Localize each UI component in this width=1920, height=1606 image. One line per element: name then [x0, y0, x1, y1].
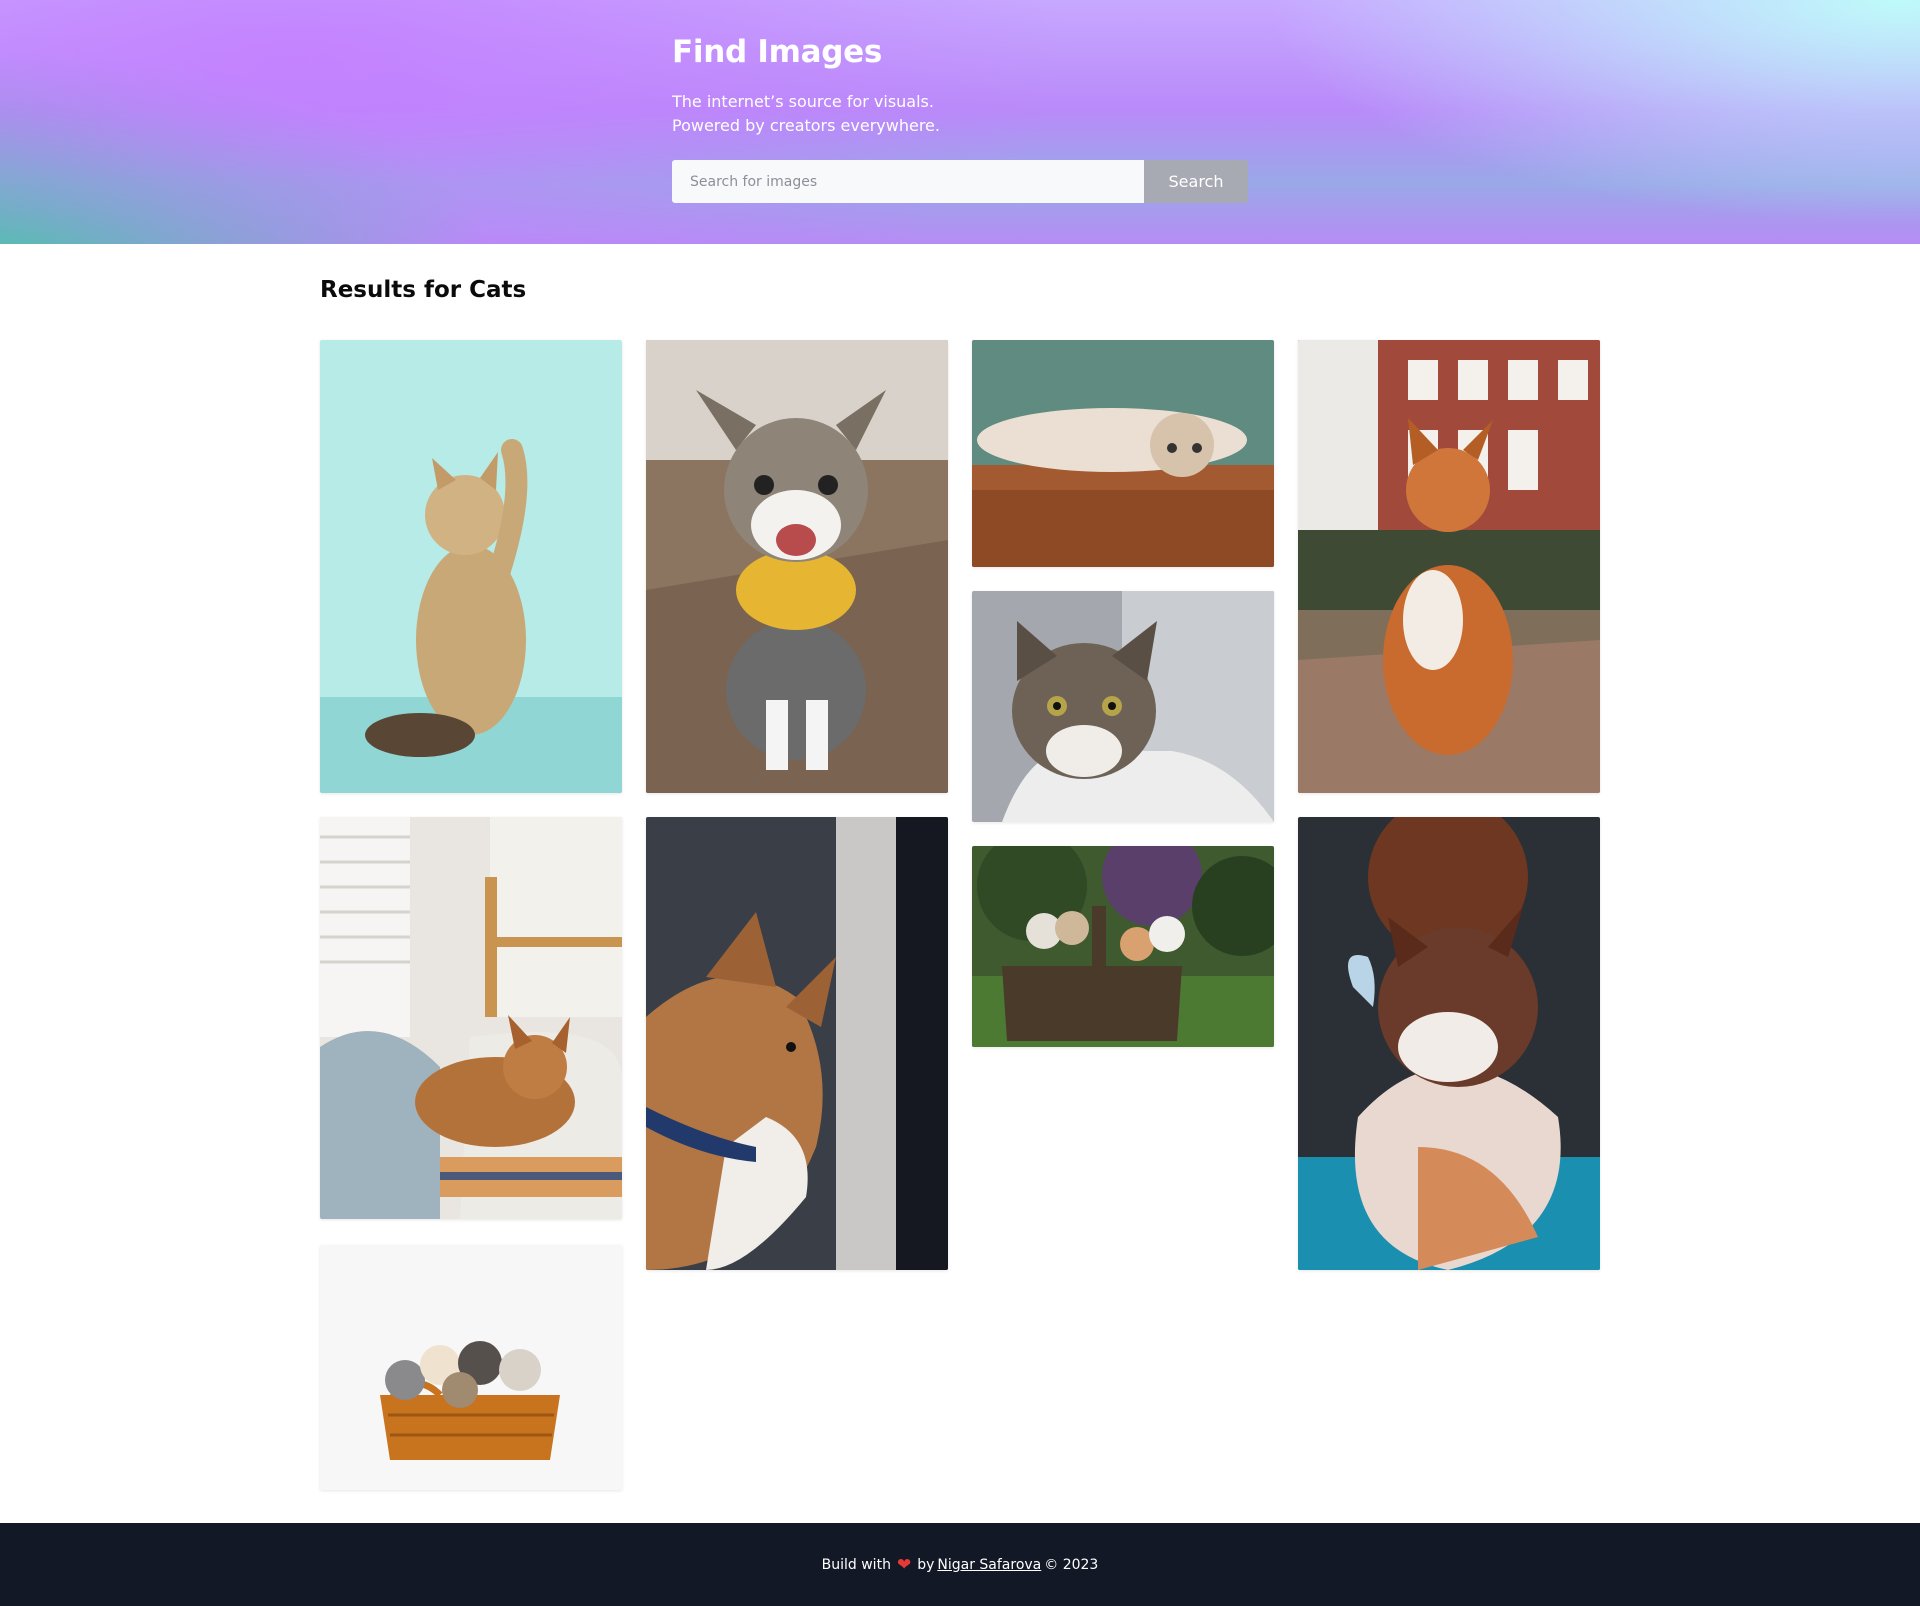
footer-built-with: Build with — [821, 1556, 891, 1573]
image-card-cat-profile-collar[interactable] — [646, 817, 948, 1270]
image-card-happy-cat[interactable] — [646, 340, 948, 793]
results-heading: Results for Cats — [320, 277, 527, 303]
hero-subtitle-line2: Powered by creators everywhere. — [672, 116, 940, 135]
heart-icon: ❤ — [896, 1554, 912, 1575]
author-link[interactable]: Nigar Safarova — [937, 1557, 1041, 1573]
cat-image — [320, 340, 622, 793]
cat-image — [320, 817, 622, 1219]
image-card-cat-butterfly[interactable] — [1298, 817, 1600, 1270]
cat-image — [646, 817, 948, 1270]
search-button[interactable]: Search — [1144, 160, 1248, 203]
image-card-kitten-reaching[interactable] — [320, 340, 622, 793]
footer-copyright: © 2023 — [1044, 1556, 1099, 1573]
footer-by: by — [917, 1556, 935, 1573]
image-card-kittens-wicker-basket[interactable] — [320, 1245, 622, 1490]
cat-image — [972, 846, 1274, 1047]
footer: Build with ❤ by Nigar Safarova © 2023 — [0, 1523, 1920, 1606]
cat-image — [320, 1245, 622, 1490]
image-card-sleeping-cat[interactable] — [320, 817, 622, 1219]
cat-image — [1298, 340, 1600, 793]
cat-image — [1298, 817, 1600, 1270]
search-input[interactable] — [672, 160, 1144, 203]
search-form: Search — [672, 160, 1248, 203]
image-card-cat-on-floor[interactable] — [972, 340, 1274, 567]
image-card-tabby-portrait[interactable] — [972, 591, 1274, 822]
page-title: Find Images — [672, 34, 882, 70]
image-card-orange-cat-street[interactable] — [1298, 340, 1600, 793]
cat-image — [646, 340, 948, 793]
hero-banner: Find Images The internet’s source for vi… — [0, 0, 1920, 244]
image-card-kittens-basket-grass[interactable] — [972, 846, 1274, 1047]
hero-subtitle: The internet’s source for visuals. Power… — [672, 90, 1248, 138]
cat-image — [972, 591, 1274, 822]
cat-image — [972, 340, 1274, 567]
hero-subtitle-line1: The internet’s source for visuals. — [672, 92, 934, 111]
hero-content: Find Images The internet’s source for vi… — [672, 34, 1248, 203]
